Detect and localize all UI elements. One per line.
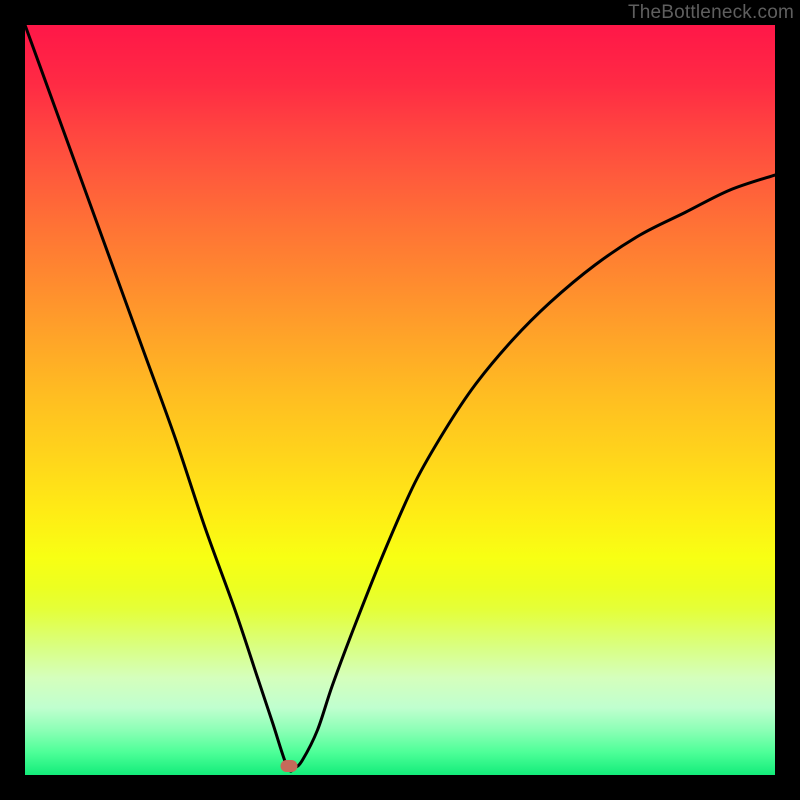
optimum-marker	[281, 760, 298, 772]
chart-curve	[25, 25, 775, 775]
watermark-text: TheBottleneck.com	[628, 2, 794, 24]
chart-plot-area	[25, 25, 775, 775]
